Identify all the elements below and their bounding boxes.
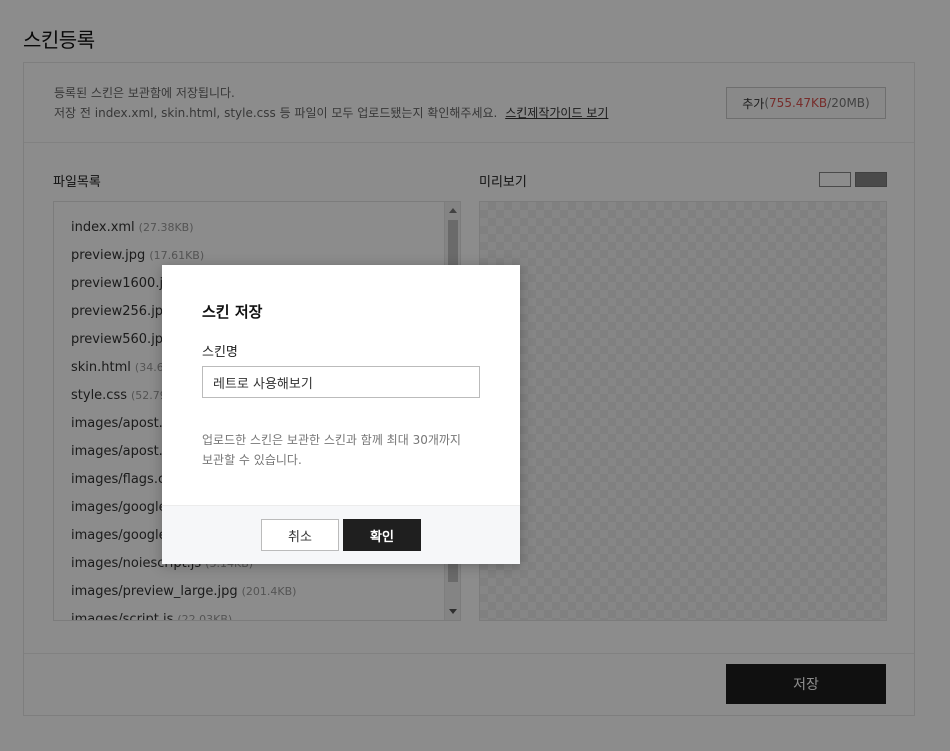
skin-save-modal: 스킨 저장 스킨명 업로드한 스킨은 보관한 스킨과 함께 최대 30개까지 보…	[162, 265, 520, 564]
skin-name-label: 스킨명	[202, 345, 238, 360]
confirm-button[interactable]: 확인	[343, 519, 421, 551]
modal-description: 업로드한 스킨은 보관한 스킨과 함께 최대 30개까지 보관할 수 있습니다.	[202, 430, 492, 470]
modal-footer: 취소 확인	[162, 505, 520, 564]
modal-description-line-2: 보관할 수 있습니다.	[202, 453, 302, 467]
cancel-button[interactable]: 취소	[261, 519, 339, 551]
modal-title: 스킨 저장	[202, 303, 263, 321]
skin-name-input[interactable]	[202, 366, 480, 398]
modal-description-line-1: 업로드한 스킨은 보관한 스킨과 함께 최대 30개까지	[202, 433, 461, 447]
